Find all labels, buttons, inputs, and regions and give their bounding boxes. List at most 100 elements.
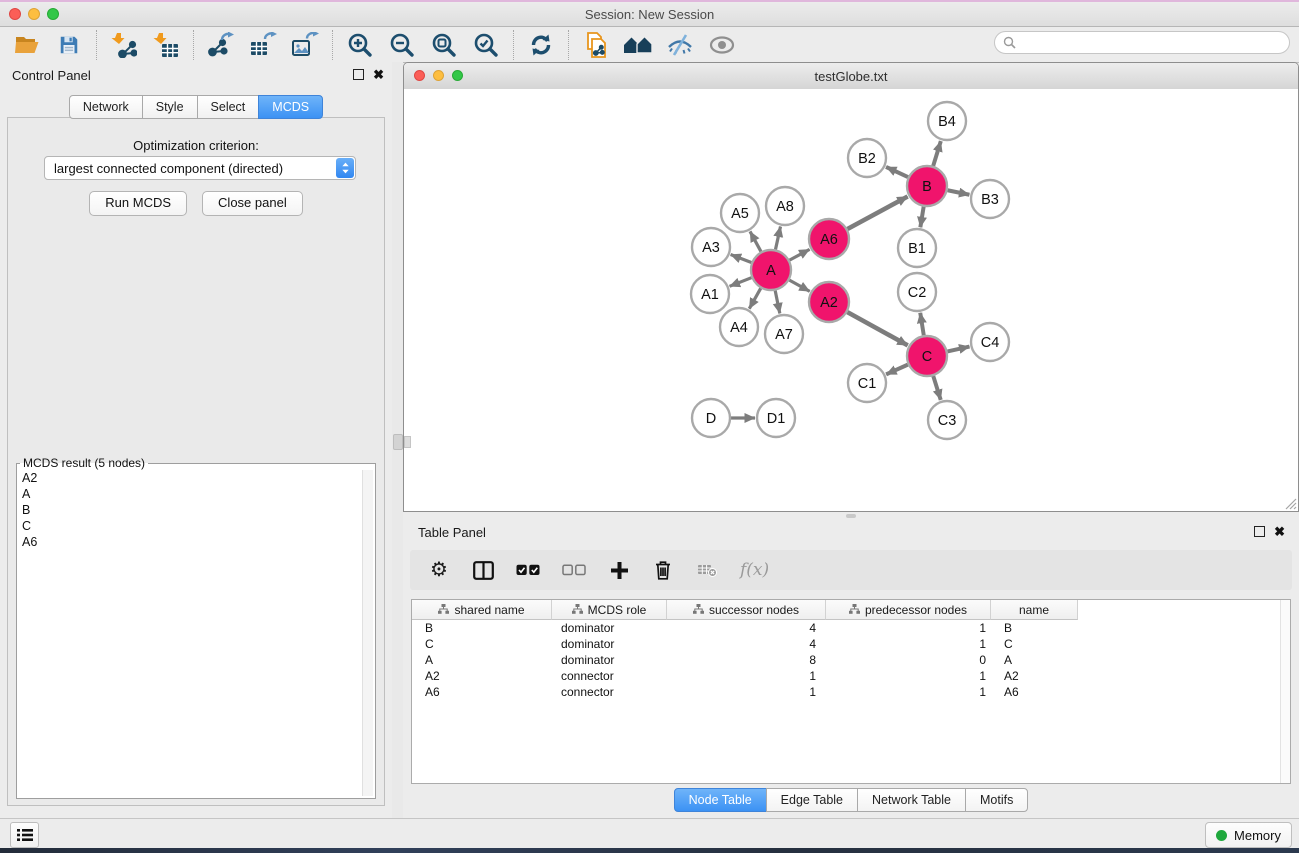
network-window-titlebar[interactable]: testGlobe.txt bbox=[404, 63, 1298, 90]
graph-edge-C-C1[interactable] bbox=[886, 365, 908, 375]
eye-slash-icon[interactable] bbox=[664, 30, 696, 60]
search-input[interactable] bbox=[1021, 35, 1289, 51]
tab-style[interactable]: Style bbox=[142, 95, 198, 119]
table-row[interactable]: A6connector11A6 bbox=[412, 684, 1290, 700]
graph-edge-B-B3[interactable] bbox=[948, 190, 970, 195]
horizontal-splitter[interactable] bbox=[403, 512, 1299, 520]
graph-edge-B-B4[interactable] bbox=[933, 141, 941, 166]
column-header-shared-name[interactable]: shared name bbox=[412, 600, 552, 620]
float-panel-icon[interactable] bbox=[353, 69, 364, 80]
main-titlebar[interactable]: Session: New Session bbox=[0, 0, 1299, 27]
canvas-edge-grip[interactable] bbox=[404, 436, 411, 448]
duplicate-network-icon[interactable] bbox=[580, 30, 612, 60]
graph-edge-C-C4[interactable] bbox=[947, 347, 969, 352]
tab-network[interactable]: Network bbox=[69, 95, 143, 119]
splitter-grip[interactable] bbox=[393, 434, 403, 450]
tab-node-table[interactable]: Node Table bbox=[674, 788, 767, 812]
function-icon[interactable]: f(x) bbox=[740, 557, 769, 583]
open-folder-icon[interactable] bbox=[11, 30, 43, 60]
table-cell[interactable]: 8 bbox=[667, 653, 826, 667]
table-cell[interactable]: A2 bbox=[412, 669, 552, 683]
result-list-item[interactable]: A bbox=[19, 486, 363, 502]
table-cell[interactable]: B bbox=[991, 621, 1078, 635]
export-network-icon[interactable] bbox=[205, 30, 237, 60]
column-header-successor-nodes[interactable]: successor nodes bbox=[667, 600, 826, 620]
run-mcds-button[interactable]: Run MCDS bbox=[89, 191, 187, 216]
delete-table-icon[interactable] bbox=[696, 557, 718, 583]
tab-edge-table[interactable]: Edge Table bbox=[766, 788, 858, 812]
graph-edge-A-A6[interactable] bbox=[790, 249, 810, 260]
table-cell[interactable]: dominator bbox=[552, 621, 667, 635]
unchecked-boxes-icon[interactable] bbox=[562, 557, 586, 583]
export-table-icon[interactable] bbox=[247, 30, 279, 60]
result-list-item[interactable]: B bbox=[19, 502, 363, 518]
table-cell[interactable]: A2 bbox=[991, 669, 1078, 683]
splitter-grip[interactable] bbox=[846, 514, 856, 518]
result-list-scrollbar[interactable] bbox=[362, 470, 373, 796]
result-list-item[interactable]: A6 bbox=[19, 534, 363, 550]
column-header-name[interactable]: name bbox=[991, 600, 1078, 620]
table-cell[interactable]: B bbox=[412, 621, 552, 635]
close-panel-icon[interactable]: ✖ bbox=[1274, 526, 1285, 537]
table-cell[interactable]: connector bbox=[552, 669, 667, 683]
float-panel-icon[interactable] bbox=[1254, 526, 1265, 537]
graph-edge-B-B2[interactable] bbox=[886, 167, 908, 177]
vertical-splitter[interactable] bbox=[392, 62, 403, 818]
export-image-icon[interactable] bbox=[289, 30, 321, 60]
column-header-predecessor-nodes[interactable]: predecessor nodes bbox=[826, 600, 991, 620]
graph-edge-A-A1[interactable] bbox=[730, 278, 752, 287]
task-list-button[interactable] bbox=[10, 822, 39, 848]
gear-icon[interactable]: ⚙ bbox=[428, 557, 450, 583]
close-panel-icon[interactable]: ✖ bbox=[373, 69, 384, 80]
result-list-item[interactable]: A2 bbox=[19, 470, 363, 486]
zoom-in-icon[interactable] bbox=[344, 30, 376, 60]
table-cell[interactable]: 4 bbox=[667, 637, 826, 651]
table-cell[interactable]: dominator bbox=[552, 637, 667, 651]
graph-edge-A-A4[interactable] bbox=[749, 288, 760, 308]
table-cell[interactable]: C bbox=[412, 637, 552, 651]
table-cell[interactable]: 1 bbox=[826, 669, 991, 683]
tab-mcds[interactable]: MCDS bbox=[258, 95, 323, 119]
table-row[interactable]: Adominator80A bbox=[412, 652, 1290, 668]
graph-edge-A-A5[interactable] bbox=[750, 231, 761, 251]
close-panel-button[interactable]: Close panel bbox=[202, 191, 303, 216]
table-cell[interactable]: 0 bbox=[826, 653, 991, 667]
zoom-selected-icon[interactable] bbox=[470, 30, 502, 60]
graph-edge-A-A2[interactable] bbox=[789, 280, 809, 291]
table-row[interactable]: Cdominator41C bbox=[412, 636, 1290, 652]
zoom-fit-icon[interactable] bbox=[428, 30, 460, 60]
import-network-icon[interactable] bbox=[108, 30, 140, 60]
save-floppy-icon[interactable] bbox=[53, 30, 85, 60]
table-cell[interactable]: A bbox=[412, 653, 552, 667]
table-row[interactable]: A2connector11A2 bbox=[412, 668, 1290, 684]
table-cell[interactable]: 1 bbox=[826, 621, 991, 635]
result-list-item[interactable]: C bbox=[19, 518, 363, 534]
zoom-out-icon[interactable] bbox=[386, 30, 418, 60]
table-cell[interactable]: A6 bbox=[991, 685, 1078, 699]
table-row[interactable]: Bdominator41B bbox=[412, 620, 1290, 636]
graph-edge-C-C3[interactable] bbox=[933, 376, 940, 400]
table-cell[interactable]: 1 bbox=[667, 685, 826, 699]
refresh-icon[interactable] bbox=[525, 30, 557, 60]
graph-edge-A-A3[interactable] bbox=[731, 255, 752, 263]
window-resize-grip[interactable] bbox=[1284, 497, 1297, 510]
table-cell[interactable]: A bbox=[991, 653, 1078, 667]
plus-icon[interactable] bbox=[608, 557, 630, 583]
graph-edge-A2-C[interactable] bbox=[847, 312, 907, 345]
trash-icon[interactable] bbox=[652, 557, 674, 583]
table-cell[interactable]: connector bbox=[552, 685, 667, 699]
criterion-dropdown[interactable]: largest connected component (directed) bbox=[44, 156, 356, 180]
table-scrollbar[interactable] bbox=[1280, 600, 1290, 783]
table-cell[interactable]: 1 bbox=[667, 669, 826, 683]
graph-edge-A6-B[interactable] bbox=[847, 196, 907, 229]
memory-button[interactable]: Memory bbox=[1205, 822, 1292, 848]
table-cell[interactable]: C bbox=[991, 637, 1078, 651]
tab-motifs[interactable]: Motifs bbox=[965, 788, 1028, 812]
checked-boxes-icon[interactable] bbox=[516, 557, 540, 583]
table-cell[interactable]: A6 bbox=[412, 685, 552, 699]
graph-edge-A-A7[interactable] bbox=[775, 291, 780, 314]
table-cell[interactable]: 4 bbox=[667, 621, 826, 635]
graph-edge-C-C2[interactable] bbox=[920, 313, 924, 336]
column-header-MCDS-role[interactable]: MCDS role bbox=[552, 600, 667, 620]
tab-select[interactable]: Select bbox=[197, 95, 260, 119]
